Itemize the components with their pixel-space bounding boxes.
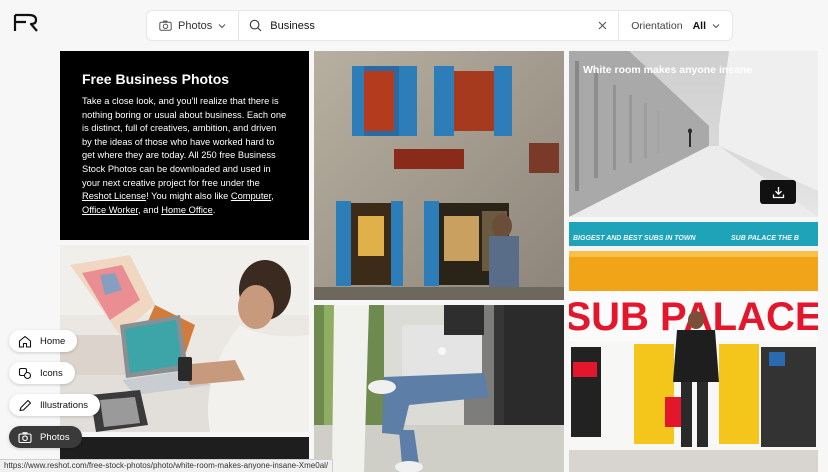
camera-icon [18,431,32,443]
photo-white-room[interactable]: White room makes anyone insane [569,51,818,217]
photo-laptop-legs[interactable] [314,305,564,472]
close-icon [598,21,607,30]
page: Photos Business Orientation All Free Bus… [0,0,828,472]
search-field[interactable]: Business [239,11,594,40]
icons-icon [18,367,32,379]
nav-icons[interactable]: Icons [9,362,75,384]
photo-sub-palace[interactable]: BIGGEST AND BEST SUBS IN TOWN SUB PALACE… [569,222,818,472]
computer-link[interactable]: Computer [231,191,271,201]
nav-illustrations[interactable]: Illustrations [9,394,101,416]
orientation-value: All [692,19,706,32]
nav-photos-label: Photos [40,431,70,443]
chevron-down-icon [712,23,720,28]
photo-image: BIGGEST AND BEST SUBS IN TOWN SUB PALACE… [569,222,818,472]
intro-card: Free Business Photos Take a close look, … [60,51,309,240]
nav-home-label: Home [40,335,66,347]
nav-illustrations-label: Illustrations [40,399,89,411]
search-input[interactable]: Business [270,20,584,32]
nav-photos[interactable]: Photos [9,426,82,448]
search-icon [249,19,262,32]
nav-icons-label: Icons [40,367,63,379]
photo-image [314,51,564,300]
photo-shopfront[interactable] [314,51,564,300]
office-worker-link[interactable]: Office Worker [82,205,138,215]
license-link[interactable]: Reshot License [82,191,146,201]
status-bar-url: https://www.reshot.com/free-stock-photos… [0,459,334,472]
clear-search-button[interactable] [594,18,610,34]
logo-icon[interactable] [12,12,40,34]
home-icon [18,335,32,348]
intro-body: Take a close look, and you'll realize th… [82,96,287,215]
orientation-select[interactable]: Orientation All [618,11,732,40]
download-icon [772,186,784,198]
chevron-down-icon [218,23,226,28]
orientation-label: Orientation [631,19,683,32]
download-button[interactable] [760,180,796,204]
pencil-icon [19,399,32,411]
type-select-label: Photos [178,19,213,32]
photo-title: White room makes anyone insane [583,64,753,76]
search-bar: Photos Business Orientation All [146,10,733,41]
camera-icon [159,20,172,31]
sign-top-right: SUB PALACE THE B [731,235,799,242]
intro-title: Free Business Photos [82,71,230,87]
photo-image [314,305,564,472]
type-select[interactable]: Photos [147,11,240,40]
sign-top-left: BIGGEST AND BEST SUBS IN TOWN [573,235,696,242]
home-office-link[interactable]: Home Office [161,205,213,215]
nav-home[interactable]: Home [9,330,78,352]
